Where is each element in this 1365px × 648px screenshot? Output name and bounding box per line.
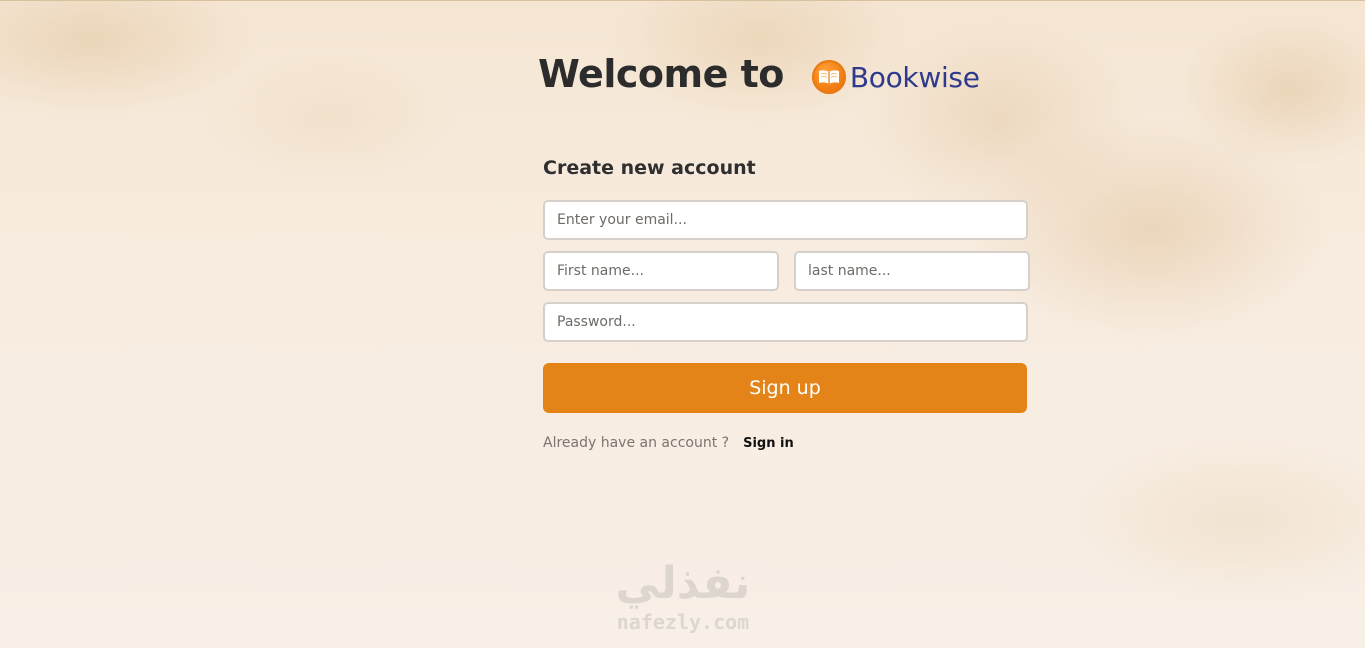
last-name-field[interactable] [794, 251, 1030, 291]
sign-up-button[interactable]: Sign up [543, 363, 1027, 413]
signin-prompt: Already have an account ? Sign in [543, 432, 794, 454]
brand-name: Bookwise [849, 60, 980, 94]
already-account-text: Already have an account ? [543, 435, 730, 451]
open-book-icon [811, 60, 846, 94]
watermark: نفذلي nafezly.com [598, 558, 768, 648]
watermark-arabic: نفذلي [615, 558, 751, 609]
welcome-heading: Welcome to [538, 52, 784, 96]
email-field[interactable] [543, 200, 1028, 240]
password-field[interactable] [543, 302, 1028, 342]
first-name-field[interactable] [543, 251, 779, 291]
brand-logo: Bookwise [811, 60, 980, 94]
page-header: Welcome to Bookwise [538, 48, 980, 100]
form-title: Create new account [543, 157, 756, 179]
watermark-latin: nafezly.com [616, 610, 750, 634]
signup-form: Create new account Sign up Already have … [543, 154, 1030, 451]
sign-in-link[interactable]: Sign in [743, 436, 794, 451]
top-border [0, 0, 1365, 1]
